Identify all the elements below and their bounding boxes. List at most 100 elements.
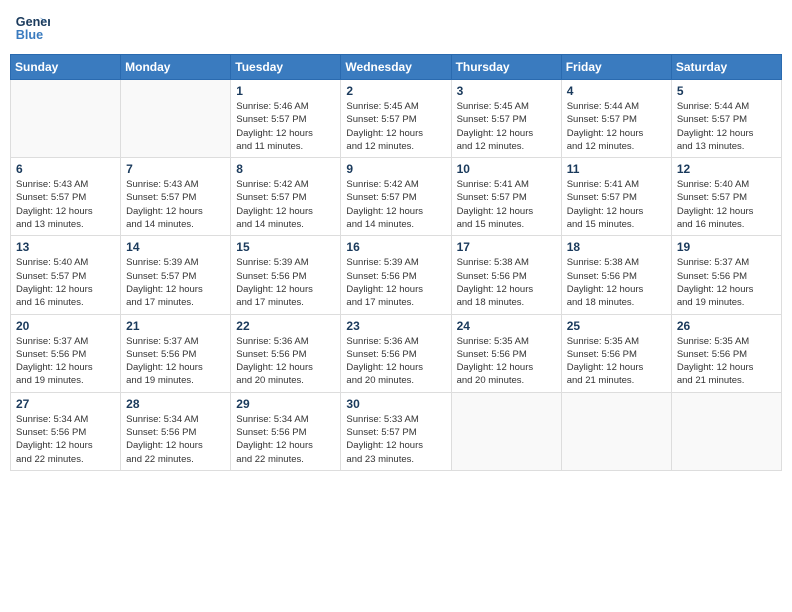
day-info: Sunrise: 5:42 AM Sunset: 5:57 PM Dayligh… [346,178,445,231]
day-header-saturday: Saturday [671,55,781,80]
day-number: 29 [236,397,335,411]
calendar-cell: 19 Sunrise: 5:37 AM Sunset: 5:56 PM Dayli… [671,236,781,314]
day-number: 10 [457,162,556,176]
calendar-cell: 14 Sunrise: 5:39 AM Sunset: 5:57 PM Dayli… [121,236,231,314]
day-info: Sunrise: 5:34 AM Sunset: 5:56 PM Dayligh… [16,413,115,466]
day-number: 16 [346,240,445,254]
calendar-cell: 25Sunrise: 5:35 AM Sunset: 5:56 PM Dayli… [561,314,671,392]
day-number: 11 [567,162,666,176]
day-info: Sunrise: 5:46 AM Sunset: 5:57 PM Dayligh… [236,100,335,153]
day-number: 6 [16,162,115,176]
calendar-cell: 23 Sunrise: 5:36 AM Sunset: 5:56 PM Dayli… [341,314,451,392]
day-number: 13 [16,240,115,254]
day-info: Sunrise: 5:45 AM Sunset: 5:57 PM Dayligh… [457,100,556,153]
day-info: Sunrise: 5:35 AM Sunset: 5:56 PM Dayligh… [457,335,556,388]
day-number: 30 [346,397,445,411]
day-header-friday: Friday [561,55,671,80]
calendar-cell: 3 Sunrise: 5:45 AM Sunset: 5:57 PM Daylig… [451,80,561,158]
calendar-cell: 20 Sunrise: 5:37 AM Sunset: 5:56 PM Dayli… [11,314,121,392]
day-number: 25 [567,319,666,333]
calendar-week-4: 20 Sunrise: 5:37 AM Sunset: 5:56 PM Dayli… [11,314,782,392]
calendar-cell: 8 Sunrise: 5:42 AM Sunset: 5:57 PM Daylig… [231,158,341,236]
calendar-cell: 12 Sunrise: 5:40 AM Sunset: 5:57 PM Dayli… [671,158,781,236]
calendar-table: SundayMondayTuesdayWednesdayThursdayFrid… [10,54,782,471]
day-info: Sunrise: 5:44 AM Sunset: 5:57 PM Dayligh… [567,100,666,153]
day-number: 18 [567,240,666,254]
calendar-cell [121,80,231,158]
calendar-cell: 11 Sunrise: 5:41 AM Sunset: 5:57 PM Dayli… [561,158,671,236]
page-header: General Blue [10,10,782,46]
calendar-cell [671,392,781,470]
calendar-cell: 13Sunrise: 5:40 AM Sunset: 5:57 PM Dayli… [11,236,121,314]
calendar-cell: 21 Sunrise: 5:37 AM Sunset: 5:56 PM Dayli… [121,314,231,392]
calendar-cell: 18 Sunrise: 5:38 AM Sunset: 5:56 PM Dayli… [561,236,671,314]
day-number: 8 [236,162,335,176]
day-number: 26 [677,319,776,333]
calendar-week-2: 6 Sunrise: 5:43 AM Sunset: 5:57 PM Daylig… [11,158,782,236]
day-info: Sunrise: 5:34 AM Sunset: 5:56 PM Dayligh… [236,413,335,466]
day-header-wednesday: Wednesday [341,55,451,80]
day-number: 24 [457,319,556,333]
calendar-cell: 17 Sunrise: 5:38 AM Sunset: 5:56 PM Dayli… [451,236,561,314]
calendar-cell: 16Sunrise: 5:39 AM Sunset: 5:56 PM Dayli… [341,236,451,314]
day-info: Sunrise: 5:35 AM Sunset: 5:56 PM Dayligh… [677,335,776,388]
day-number: 19 [677,240,776,254]
day-number: 22 [236,319,335,333]
calendar-cell: 7Sunrise: 5:43 AM Sunset: 5:57 PM Daylig… [121,158,231,236]
calendar-cell: 6 Sunrise: 5:43 AM Sunset: 5:57 PM Daylig… [11,158,121,236]
day-number: 9 [346,162,445,176]
calendar-cell: 24 Sunrise: 5:35 AM Sunset: 5:56 PM Dayli… [451,314,561,392]
day-info: Sunrise: 5:43 AM Sunset: 5:57 PM Dayligh… [16,178,115,231]
day-number: 5 [677,84,776,98]
calendar-cell: 10 Sunrise: 5:41 AM Sunset: 5:57 PM Dayli… [451,158,561,236]
calendar-cell: 26 Sunrise: 5:35 AM Sunset: 5:56 PM Dayli… [671,314,781,392]
day-info: Sunrise: 5:37 AM Sunset: 5:56 PM Dayligh… [126,335,225,388]
day-info: Sunrise: 5:37 AM Sunset: 5:56 PM Dayligh… [16,335,115,388]
day-info: Sunrise: 5:39 AM Sunset: 5:57 PM Dayligh… [126,256,225,309]
calendar-header-row: SundayMondayTuesdayWednesdayThursdayFrid… [11,55,782,80]
day-number: 20 [16,319,115,333]
day-number: 12 [677,162,776,176]
day-number: 21 [126,319,225,333]
calendar-cell: 2Sunrise: 5:45 AM Sunset: 5:57 PM Daylig… [341,80,451,158]
day-number: 17 [457,240,556,254]
day-header-tuesday: Tuesday [231,55,341,80]
day-number: 3 [457,84,556,98]
day-info: Sunrise: 5:38 AM Sunset: 5:56 PM Dayligh… [457,256,556,309]
day-info: Sunrise: 5:41 AM Sunset: 5:57 PM Dayligh… [457,178,556,231]
day-number: 23 [346,319,445,333]
day-info: Sunrise: 5:34 AM Sunset: 5:56 PM Dayligh… [126,413,225,466]
day-info: Sunrise: 5:33 AM Sunset: 5:57 PM Dayligh… [346,413,445,466]
calendar-cell [11,80,121,158]
calendar-cell: 9 Sunrise: 5:42 AM Sunset: 5:57 PM Daylig… [341,158,451,236]
calendar-week-3: 13Sunrise: 5:40 AM Sunset: 5:57 PM Dayli… [11,236,782,314]
day-info: Sunrise: 5:38 AM Sunset: 5:56 PM Dayligh… [567,256,666,309]
day-info: Sunrise: 5:42 AM Sunset: 5:57 PM Dayligh… [236,178,335,231]
calendar-cell: 27Sunrise: 5:34 AM Sunset: 5:56 PM Dayli… [11,392,121,470]
calendar-cell: 28 Sunrise: 5:34 AM Sunset: 5:56 PM Dayli… [121,392,231,470]
calendar-week-1: 1 Sunrise: 5:46 AM Sunset: 5:57 PM Daylig… [11,80,782,158]
day-number: 15 [236,240,335,254]
calendar-cell: 1 Sunrise: 5:46 AM Sunset: 5:57 PM Daylig… [231,80,341,158]
day-info: Sunrise: 5:39 AM Sunset: 5:56 PM Dayligh… [236,256,335,309]
day-info: Sunrise: 5:43 AM Sunset: 5:57 PM Dayligh… [126,178,225,231]
day-info: Sunrise: 5:45 AM Sunset: 5:57 PM Dayligh… [346,100,445,153]
logo: General Blue [14,10,54,46]
calendar-cell [561,392,671,470]
day-info: Sunrise: 5:37 AM Sunset: 5:56 PM Dayligh… [677,256,776,309]
calendar-cell: 4 Sunrise: 5:44 AM Sunset: 5:57 PM Daylig… [561,80,671,158]
day-info: Sunrise: 5:40 AM Sunset: 5:57 PM Dayligh… [677,178,776,231]
day-info: Sunrise: 5:36 AM Sunset: 5:56 PM Dayligh… [346,335,445,388]
day-header-thursday: Thursday [451,55,561,80]
calendar-cell: 22 Sunrise: 5:36 AM Sunset: 5:56 PM Dayli… [231,314,341,392]
day-number: 4 [567,84,666,98]
day-number: 28 [126,397,225,411]
logo-icon: General Blue [14,10,50,46]
day-number: 1 [236,84,335,98]
calendar-cell: 5 Sunrise: 5:44 AM Sunset: 5:57 PM Daylig… [671,80,781,158]
day-number: 14 [126,240,225,254]
day-info: Sunrise: 5:41 AM Sunset: 5:57 PM Dayligh… [567,178,666,231]
day-info: Sunrise: 5:44 AM Sunset: 5:57 PM Dayligh… [677,100,776,153]
calendar-week-5: 27Sunrise: 5:34 AM Sunset: 5:56 PM Dayli… [11,392,782,470]
day-info: Sunrise: 5:36 AM Sunset: 5:56 PM Dayligh… [236,335,335,388]
